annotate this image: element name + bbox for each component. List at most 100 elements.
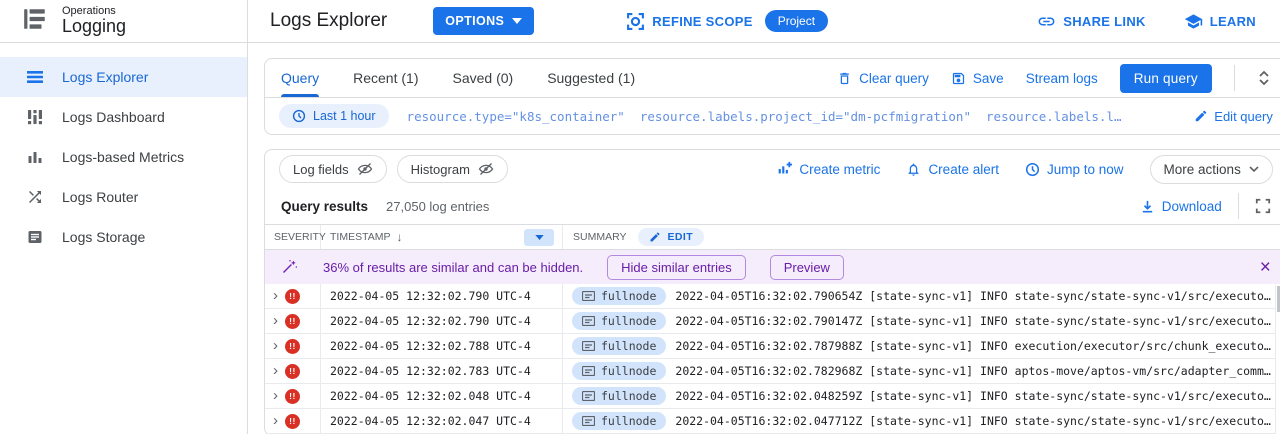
column-header-timestamp[interactable]: TIMESTAMP ↓ bbox=[321, 225, 563, 249]
log-rows: › !! 2022-04-05 12:32:02.790 UTC-4 fulln… bbox=[265, 284, 1280, 434]
sidebar-item-logs-explorer[interactable]: Logs Explorer bbox=[0, 57, 247, 97]
jump-to-now-label: Jump to now bbox=[1047, 162, 1124, 177]
tab-saved[interactable]: Saved (0) bbox=[452, 59, 513, 97]
jump-to-now-button[interactable]: Jump to now bbox=[1025, 162, 1124, 177]
scope-badge[interactable]: Project bbox=[765, 10, 828, 32]
expand-chevron-icon[interactable]: › bbox=[273, 338, 278, 353]
clock-icon bbox=[1025, 162, 1040, 177]
edit-query-button[interactable]: Edit query bbox=[1194, 109, 1273, 124]
more-actions-button[interactable]: More actions bbox=[1150, 155, 1273, 184]
sidebar-item-logs-storage[interactable]: Logs Storage bbox=[0, 217, 247, 257]
log-entry-row[interactable]: › !! 2022-04-05 12:32:02.790 UTC-4 fulln… bbox=[265, 284, 1280, 309]
create-metric-button[interactable]: Create metric bbox=[776, 161, 880, 177]
query-preview-text[interactable]: resource.type="k8s_container" resource.l… bbox=[407, 109, 1177, 124]
pencil-icon bbox=[649, 231, 661, 243]
results-header-row: Query results 27,050 log entries Downloa… bbox=[265, 188, 1280, 225]
expand-chevron-icon[interactable]: › bbox=[273, 288, 278, 303]
create-alert-button[interactable]: Create alert bbox=[906, 162, 999, 177]
query-preview-row: Last 1 hour resource.type="k8s_container… bbox=[265, 97, 1280, 134]
eye-off-icon bbox=[357, 161, 373, 177]
resource-badge[interactable]: fullnode bbox=[572, 312, 666, 330]
more-actions-label: More actions bbox=[1164, 162, 1241, 177]
stream-logs-button[interactable]: Stream logs bbox=[1026, 71, 1098, 86]
options-button[interactable]: OPTIONS bbox=[433, 7, 534, 35]
logging-logo-icon bbox=[22, 6, 48, 37]
sidebar-item-label: Logs Explorer bbox=[62, 69, 148, 85]
sidebar: Logs Explorer Logs Dashboard bbox=[0, 43, 248, 434]
log-summary-cell: fullnode 2022-04-05T16:32:02.790654Z [st… bbox=[563, 287, 1280, 305]
download-icon bbox=[1140, 199, 1155, 214]
resource-badge-label: fullnode bbox=[601, 414, 656, 428]
fullscreen-icon[interactable] bbox=[1255, 198, 1271, 214]
sort-descending-icon[interactable]: ↓ bbox=[396, 230, 402, 244]
log-summary-text: 2022-04-05T16:32:02.790654Z [state-sync-… bbox=[675, 289, 1270, 303]
resource-badge[interactable]: fullnode bbox=[572, 412, 666, 430]
main-content: Query Recent (1) Saved (0) Suggested (1)… bbox=[248, 43, 1280, 434]
expand-chevron-icon[interactable]: › bbox=[273, 313, 278, 328]
error-severity-icon: !! bbox=[285, 289, 300, 304]
top-bar: Operations Logging Logs Explorer OPTIONS… bbox=[0, 0, 1280, 43]
log-summary-text: 2022-04-05T16:32:02.787988Z [state-sync-… bbox=[675, 339, 1270, 353]
results-scrollbar[interactable] bbox=[1275, 285, 1280, 434]
logs-based-metrics-icon bbox=[25, 147, 45, 167]
sidebar-item-logs-router[interactable]: Logs Router bbox=[0, 177, 247, 217]
expand-chevron-icon[interactable]: › bbox=[273, 413, 278, 428]
resource-badge[interactable]: fullnode bbox=[572, 287, 666, 305]
error-severity-icon: !! bbox=[285, 414, 300, 429]
share-link-button[interactable]: SHARE LINK bbox=[1037, 12, 1145, 31]
refine-scope-label: REFINE SCOPE bbox=[652, 14, 752, 29]
tab-recent[interactable]: Recent (1) bbox=[353, 59, 418, 97]
resource-badge[interactable]: fullnode bbox=[572, 337, 666, 355]
logs-storage-icon bbox=[25, 227, 45, 247]
learn-button[interactable]: LEARN bbox=[1184, 12, 1256, 31]
product-brand[interactable]: Operations Logging bbox=[0, 0, 248, 42]
log-summary-text: 2022-04-05T16:32:02.047712Z [state-sync-… bbox=[675, 414, 1270, 428]
resource-badge-label: fullnode bbox=[601, 339, 656, 353]
results-actions: Create metric Create alert Jump to now M… bbox=[776, 155, 1272, 184]
refine-scope-button[interactable]: REFINE SCOPE bbox=[626, 12, 752, 31]
log-summary-text: 2022-04-05T16:32:02.048259Z [state-sync-… bbox=[675, 389, 1270, 403]
resource-badge[interactable]: fullnode bbox=[572, 362, 666, 380]
error-severity-icon: !! bbox=[285, 364, 300, 379]
resource-badge-label: fullnode bbox=[601, 289, 656, 303]
edit-summary-label: EDIT bbox=[667, 231, 693, 243]
download-button[interactable]: Download bbox=[1140, 199, 1222, 214]
sidebar-item-logs-based-metrics[interactable]: Logs-based Metrics bbox=[0, 137, 247, 177]
log-timestamp: 2022-04-05 12:32:02.788 UTC-4 bbox=[321, 334, 563, 358]
log-entry-row[interactable]: › !! 2022-04-05 12:32:02.788 UTC-4 fulln… bbox=[265, 334, 1280, 359]
clear-query-button[interactable]: Clear query bbox=[837, 71, 929, 86]
error-severity-icon: !! bbox=[285, 314, 300, 329]
resource-badge[interactable]: fullnode bbox=[572, 387, 666, 405]
log-summary-cell: fullnode 2022-04-05T16:32:02.047712Z [st… bbox=[563, 412, 1280, 430]
log-entry-row[interactable]: › !! 2022-04-05 12:32:02.790 UTC-4 fulln… bbox=[265, 309, 1280, 334]
log-entry-row[interactable]: › !! 2022-04-05 12:32:02.783 UTC-4 fulln… bbox=[265, 359, 1280, 384]
save-button[interactable]: Save bbox=[951, 71, 1004, 86]
log-fields-toggle[interactable]: Log fields bbox=[279, 155, 387, 183]
column-header-severity[interactable]: SEVERITY bbox=[265, 225, 321, 249]
log-timestamp: 2022-04-05 12:32:02.790 UTC-4 bbox=[321, 309, 563, 333]
banner-message: 36% of results are similar and can be hi… bbox=[323, 260, 583, 275]
summary-header-label: SUMMARY bbox=[573, 231, 626, 243]
expand-chevron-icon[interactable]: › bbox=[273, 363, 278, 378]
hide-similar-entries-button[interactable]: Hide similar entries bbox=[607, 255, 746, 280]
banner-close-icon[interactable]: × bbox=[1260, 258, 1271, 277]
edit-summary-button[interactable]: EDIT bbox=[638, 228, 704, 246]
run-query-button[interactable]: Run query bbox=[1120, 64, 1212, 93]
collapse-panel-icon[interactable] bbox=[1257, 70, 1271, 86]
expand-chevron-icon[interactable]: › bbox=[273, 388, 278, 403]
histogram-toggle[interactable]: Histogram bbox=[397, 155, 508, 183]
preview-button[interactable]: Preview bbox=[770, 255, 844, 280]
stream-logs-label: Stream logs bbox=[1026, 71, 1098, 86]
timestamp-options-dropdown[interactable] bbox=[524, 229, 554, 246]
log-entry-row[interactable]: › !! 2022-04-05 12:32:02.047 UTC-4 fulln… bbox=[265, 409, 1280, 434]
tab-suggested[interactable]: Suggested (1) bbox=[547, 59, 635, 97]
tab-query[interactable]: Query bbox=[281, 59, 319, 97]
chart-plus-icon bbox=[776, 161, 792, 177]
column-header-summary[interactable]: SUMMARY EDIT bbox=[563, 228, 1280, 246]
sidebar-item-logs-dashboard[interactable]: Logs Dashboard bbox=[0, 97, 247, 137]
time-range-chip[interactable]: Last 1 hour bbox=[279, 104, 389, 128]
top-bar-main: Logs Explorer OPTIONS REFINE SCOPE Proje… bbox=[248, 0, 1280, 42]
log-entry-row[interactable]: › !! 2022-04-05 12:32:02.048 UTC-4 fulln… bbox=[265, 384, 1280, 409]
query-actions: Clear query Save Stream logs Run query bbox=[837, 64, 1271, 93]
logs-router-icon bbox=[25, 187, 45, 207]
